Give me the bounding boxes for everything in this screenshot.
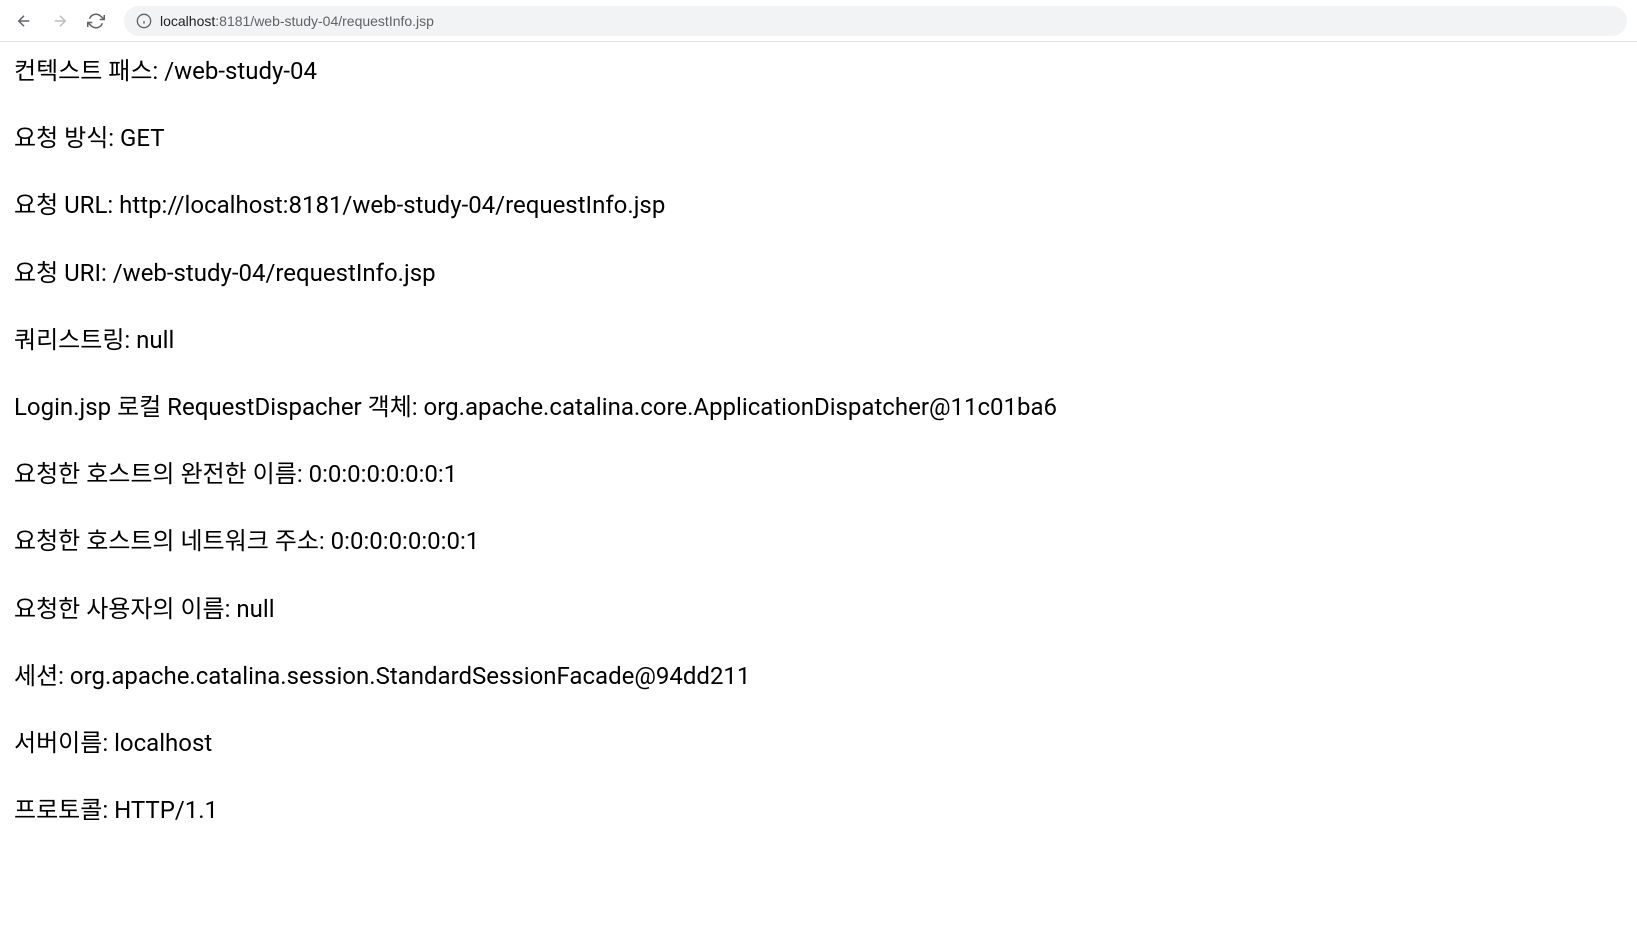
info-icon bbox=[136, 13, 152, 29]
arrow-right-icon bbox=[51, 12, 69, 30]
url-path: :8181/web-study-04/requestInfo.jsp bbox=[215, 13, 434, 29]
address-bar[interactable]: localhost:8181/web-study-04/requestInfo.… bbox=[124, 6, 1627, 36]
arrow-left-icon bbox=[15, 12, 33, 30]
info-line: 요청 방식: GET bbox=[14, 123, 1623, 154]
info-line: 요청한 호스트의 완전한 이름: 0:0:0:0:0:0:0:1 bbox=[14, 459, 1623, 490]
page-content: 컨텍스트 패스: /web-study-04 요청 방식: GET 요청 URL… bbox=[0, 42, 1637, 876]
info-line: 컨텍스트 패스: /web-study-04 bbox=[14, 56, 1623, 87]
info-line: 프로토콜: HTTP/1.1 bbox=[14, 795, 1623, 826]
reload-button[interactable] bbox=[82, 7, 110, 35]
address-text: localhost:8181/web-study-04/requestInfo.… bbox=[160, 13, 434, 29]
info-line: 요청 URL: http://localhost:8181/web-study-… bbox=[14, 190, 1623, 221]
browser-toolbar: localhost:8181/web-study-04/requestInfo.… bbox=[0, 0, 1637, 42]
info-line: 요청한 호스트의 네트워크 주소: 0:0:0:0:0:0:0:1 bbox=[14, 526, 1623, 557]
info-line: 세션: org.apache.catalina.session.Standard… bbox=[14, 661, 1623, 692]
info-line: 서버이름: localhost bbox=[14, 728, 1623, 759]
reload-icon bbox=[87, 12, 105, 30]
info-line: Login.jsp 로컬 RequestDispacher 객체: org.ap… bbox=[14, 392, 1623, 423]
info-line: 쿼리스트링: null bbox=[14, 325, 1623, 356]
back-button[interactable] bbox=[10, 7, 38, 35]
info-line: 요청 URI: /web-study-04/requestInfo.jsp bbox=[14, 258, 1623, 289]
info-line: 요청한 사용자의 이름: null bbox=[14, 594, 1623, 625]
url-host: localhost bbox=[160, 13, 215, 29]
forward-button[interactable] bbox=[46, 7, 74, 35]
